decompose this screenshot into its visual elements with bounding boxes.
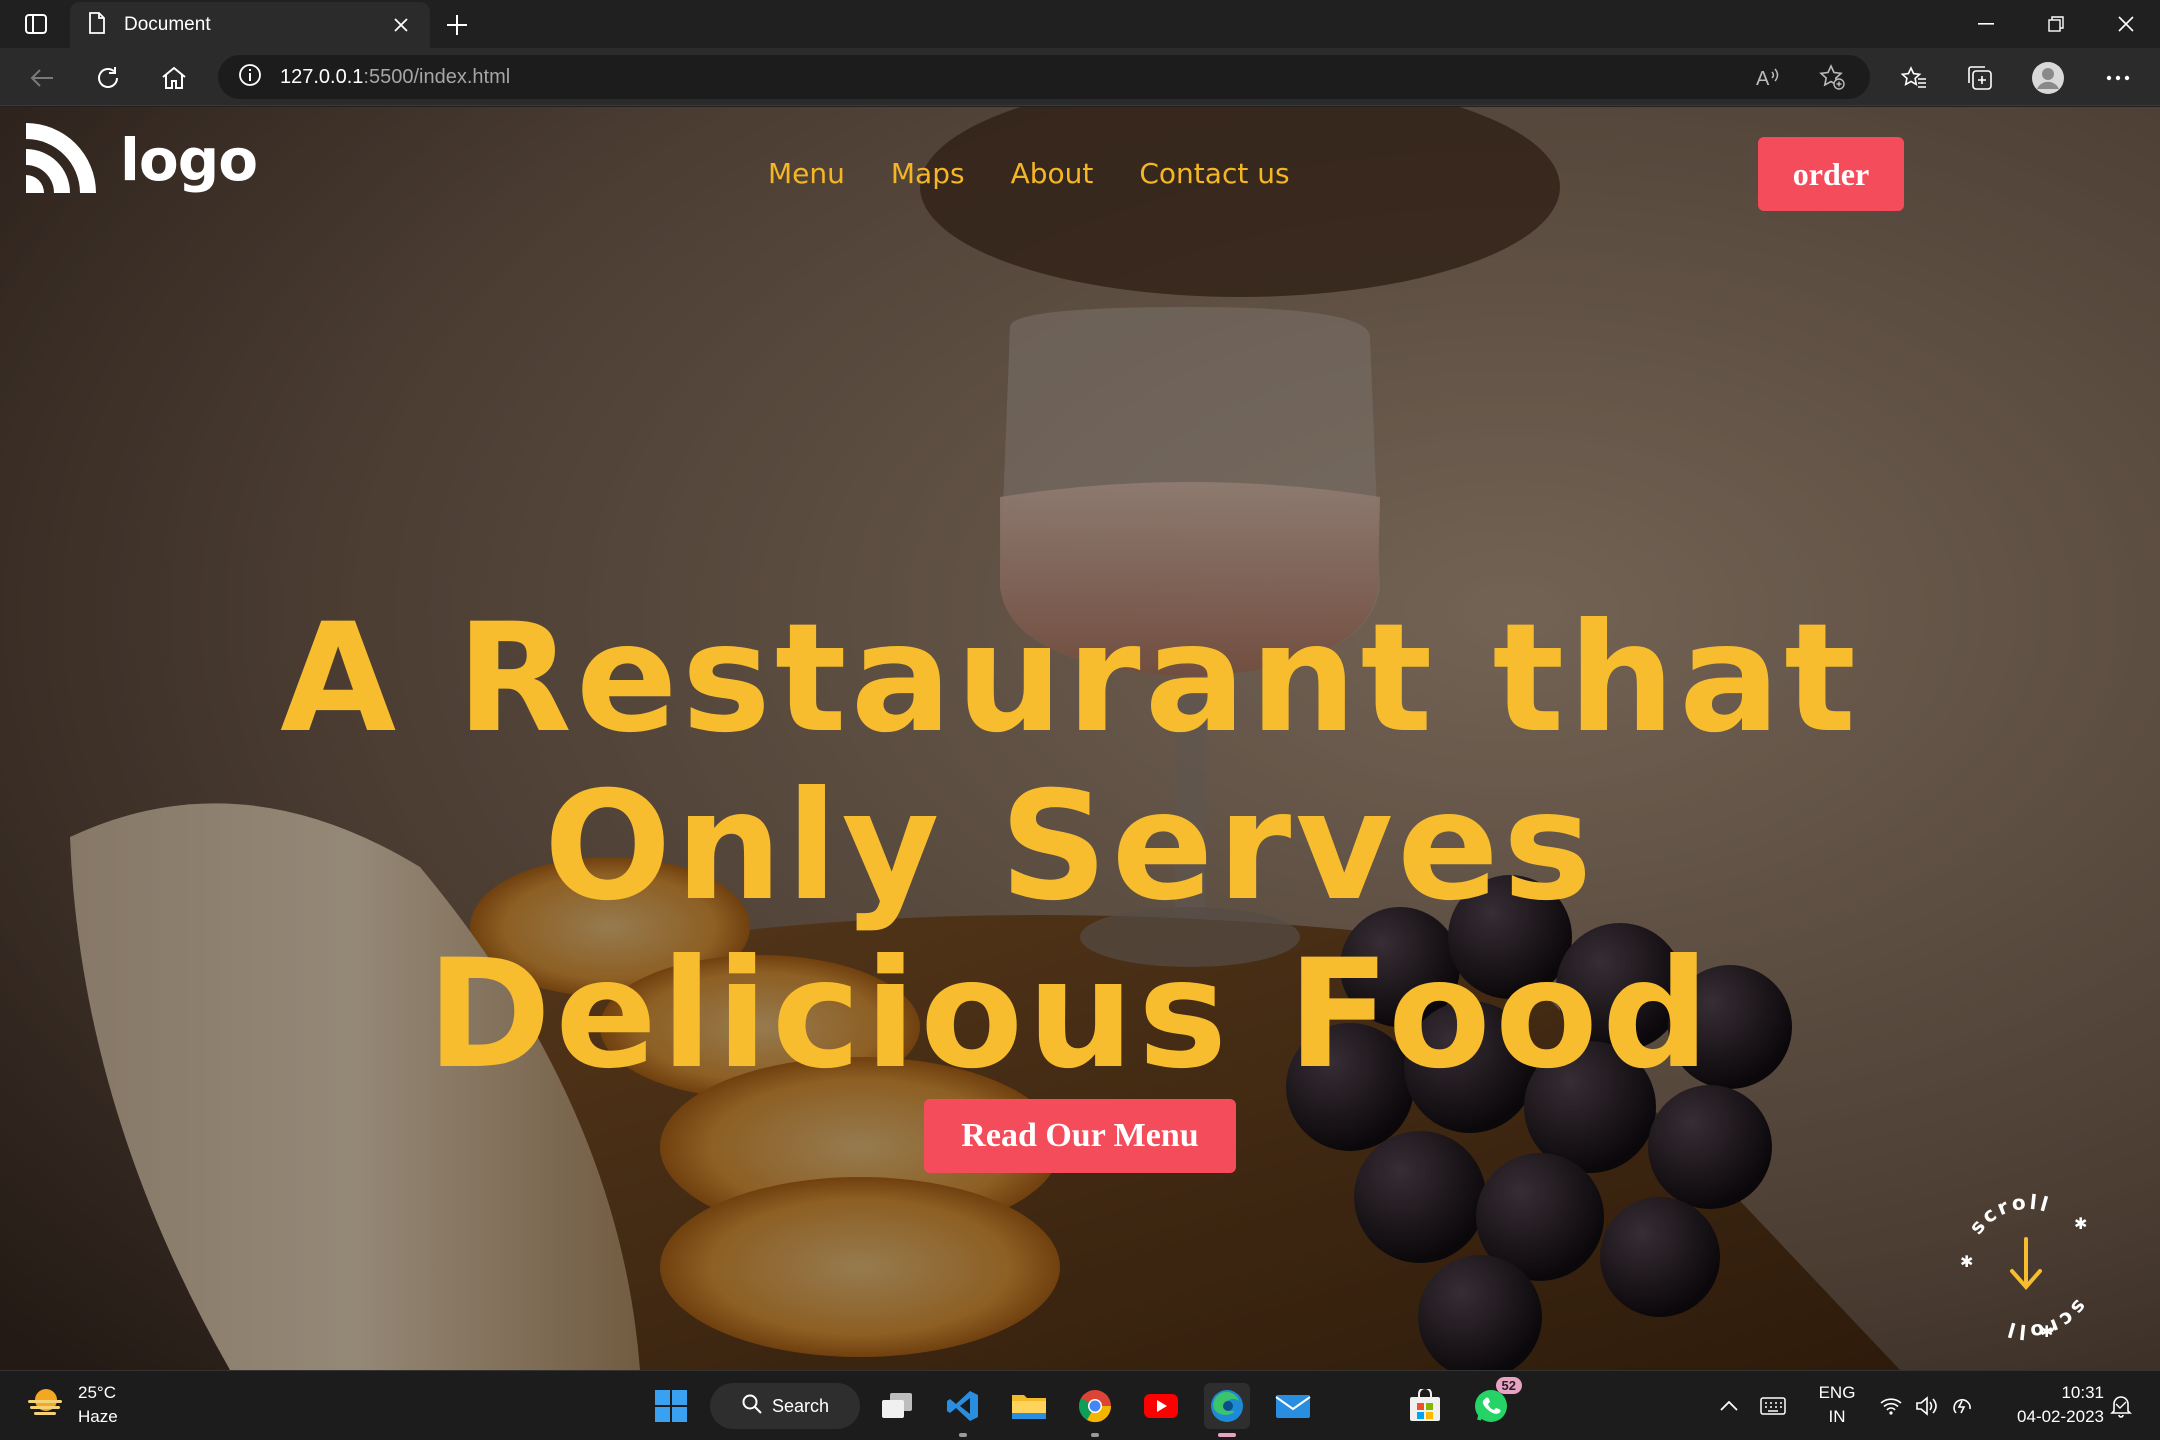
battery-charging-icon[interactable]	[1948, 1383, 1978, 1429]
refresh-icon[interactable]	[88, 58, 128, 98]
star-icon: ✱	[1960, 1252, 1973, 1271]
hero-line-1: A Restaurant that	[280, 592, 1860, 766]
hero-line-3: Delicious Food	[426, 928, 1714, 1102]
search-label: Search	[772, 1395, 830, 1416]
site-info-icon[interactable]	[238, 63, 262, 91]
file-explorer-icon[interactable]	[1006, 1383, 1052, 1429]
edge-icon[interactable]	[1204, 1383, 1250, 1437]
keyboard-icon[interactable]	[1756, 1383, 1790, 1429]
home-icon[interactable]	[154, 58, 194, 98]
whatsapp-badge: 52	[1495, 1377, 1522, 1394]
task-view-icon[interactable]	[874, 1383, 920, 1429]
notification-bell-icon[interactable]	[2106, 1383, 2136, 1429]
minimize-icon[interactable]	[1952, 0, 2020, 48]
windows-start-icon[interactable]	[648, 1383, 694, 1429]
address-bar[interactable]: 127.0.0.1:5500/index.html A	[218, 55, 1870, 99]
weather-desc: Haze	[78, 1407, 118, 1426]
read-aloud-icon[interactable]: A	[1750, 59, 1786, 95]
back-icon[interactable]	[22, 58, 62, 98]
tab-title: Document	[124, 14, 211, 35]
svg-text:scroll: scroll	[1964, 1190, 2054, 1239]
whatsapp-icon[interactable]: 52	[1468, 1377, 1522, 1429]
hero-line-2: Only Serves	[543, 760, 1597, 934]
tab-bar: Document	[0, 0, 2160, 48]
add-favorite-icon[interactable]	[1814, 59, 1850, 95]
taskbar-search[interactable]: Search	[710, 1383, 860, 1429]
vscode-icon[interactable]	[940, 1383, 986, 1437]
profile-avatar[interactable]	[2028, 58, 2068, 98]
collections-icon[interactable]	[1960, 58, 2000, 98]
hazy-sun-icon	[26, 1386, 64, 1424]
scroll-badge[interactable]: scroll scroll ✱ ✱ ✱	[1948, 1187, 2108, 1347]
url-text: 127.0.0.1:5500/index.html	[280, 65, 511, 88]
weather-temp: 25°C	[78, 1383, 116, 1402]
arrow-down-icon	[2010, 1237, 2042, 1291]
chrome-icon[interactable]	[1072, 1383, 1118, 1437]
hero-title: A Restaurant that Only Serves Delicious …	[280, 595, 1860, 1099]
site-logo[interactable]: logo	[22, 119, 258, 201]
volume-icon[interactable]	[1912, 1383, 1942, 1429]
running-indicator	[1091, 1433, 1099, 1437]
browser-tab[interactable]: Document	[70, 2, 430, 48]
new-tab-icon[interactable]	[440, 8, 474, 42]
document-icon	[88, 12, 106, 38]
taskbar: 25°C Haze Search 52 ENG IN 10:31 04-02-2…	[0, 1370, 2160, 1440]
mail-icon[interactable]	[1270, 1383, 1316, 1429]
svg-text:A: A	[1756, 68, 1770, 88]
scroll-text-top: scroll	[1964, 1190, 2051, 1239]
restore-icon[interactable]	[2022, 0, 2090, 48]
tab-actions-icon[interactable]	[18, 10, 54, 38]
nav-about[interactable]: About	[1011, 157, 1094, 190]
browser-toolbar: 127.0.0.1:5500/index.html A	[0, 48, 2160, 106]
close-window-icon[interactable]	[2092, 0, 2160, 48]
microsoft-store-icon[interactable]	[1402, 1383, 1448, 1429]
page-viewport: logo Menu Maps About Contact us order A …	[0, 107, 2160, 1370]
star-icon: ✱	[2040, 1322, 2053, 1341]
active-indicator	[1218, 1433, 1236, 1437]
logo-icon	[22, 119, 100, 201]
weather-widget[interactable]: 25°C Haze	[26, 1381, 118, 1429]
more-menu-icon[interactable]	[2098, 58, 2138, 98]
logo-text: logo	[120, 126, 258, 194]
youtube-icon[interactable]	[1138, 1383, 1184, 1429]
nav-contact-us[interactable]: Contact us	[1139, 157, 1289, 190]
read-our-menu-button[interactable]: Read Our Menu	[924, 1099, 1236, 1173]
star-icon: ✱	[2074, 1214, 2087, 1233]
chevron-up-icon[interactable]	[1714, 1383, 1744, 1429]
clock[interactable]: 10:31 04-02-2023	[1994, 1381, 2104, 1429]
favorites-icon[interactable]	[1894, 58, 1934, 98]
search-icon	[742, 1394, 762, 1419]
wifi-icon[interactable]	[1876, 1383, 1906, 1429]
clock-time: 10:31	[2061, 1383, 2104, 1402]
close-tab-icon[interactable]	[386, 10, 416, 40]
nav-menu[interactable]: Menu	[768, 157, 845, 190]
main-nav: Menu Maps About Contact us	[768, 157, 1290, 190]
order-button[interactable]: order	[1758, 137, 1904, 211]
clock-date: 04-02-2023	[2017, 1407, 2104, 1426]
nav-maps[interactable]: Maps	[891, 157, 965, 190]
language-indicator[interactable]: ENG IN	[1812, 1381, 1862, 1429]
running-indicator	[959, 1433, 967, 1437]
